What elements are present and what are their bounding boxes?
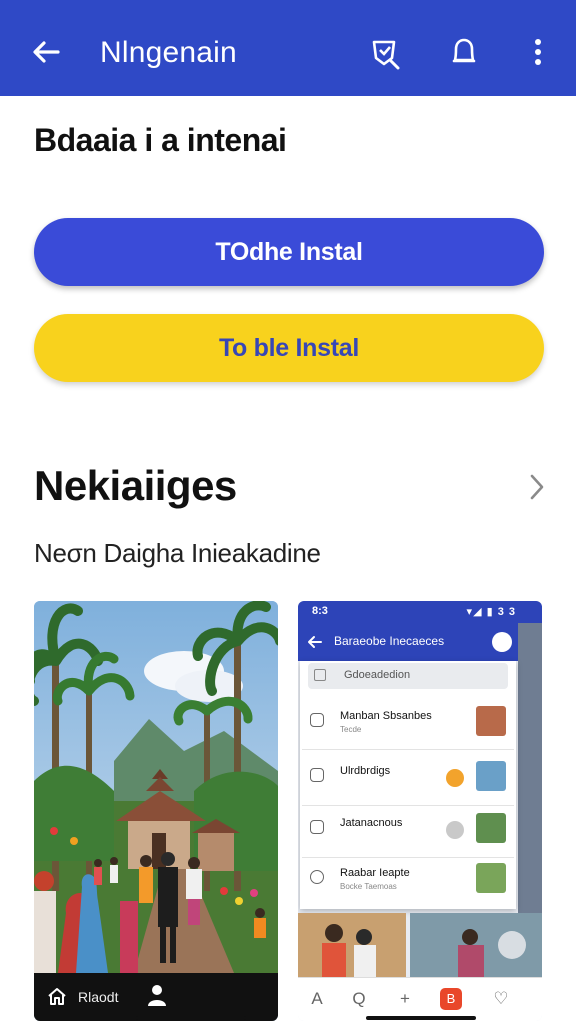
- item-icon: [310, 768, 324, 782]
- item-title: Manban Sbsanbes: [340, 710, 432, 722]
- home-indicator: [366, 1016, 476, 1020]
- item-thumbnail: [476, 863, 506, 893]
- divider: [302, 857, 514, 858]
- item-thumbnail: [476, 813, 506, 843]
- tab-add[interactable]: +: [394, 988, 416, 1010]
- page-heading: Bdaaia i a intenai: [34, 122, 287, 158]
- item-subtitle: Tecde: [340, 725, 362, 734]
- avatar[interactable]: [492, 632, 512, 652]
- home-icon[interactable]: [46, 985, 68, 1007]
- install-secondary-button[interactable]: To ble Instal: [34, 314, 544, 382]
- village-scene-image: [34, 601, 278, 973]
- search-icon: [314, 669, 326, 681]
- item-title: Raabar Ieapte: [340, 867, 410, 879]
- item-icon: [310, 820, 324, 834]
- list-item[interactable]: Manban Sbsanbes Tecde: [310, 706, 510, 736]
- item-icon: [310, 870, 324, 884]
- item-thumbnail: [476, 761, 506, 791]
- chevron-right-icon[interactable]: [522, 470, 552, 504]
- section-title: Nekiaiiges: [34, 462, 237, 509]
- status-time: 8:3: [312, 605, 328, 617]
- inner-app-bar: Baraeobe Inecaeces: [298, 623, 518, 661]
- inner-tab-bar: A Q + B ♡: [298, 977, 542, 1021]
- inner-bar-title: Baraeobe Inecaeces: [334, 634, 445, 648]
- item-thumbnail: [476, 706, 506, 736]
- app-screen: Nlngenain Bdaaia i a intenai TOdhe Insta…: [0, 0, 576, 1024]
- app-title: Nlngenain: [100, 36, 237, 69]
- shield-edit-icon[interactable]: [368, 34, 404, 70]
- tab-favorites[interactable]: ♡: [490, 988, 512, 1010]
- screenshot-app-list[interactable]: 8:3 ▾◢ ▮ 3 3 Baraeobe Inecaeces Gdoeaded…: [298, 601, 542, 1021]
- search-input[interactable]: Gdoeadedion: [308, 663, 508, 689]
- home-indicator: [136, 1016, 246, 1020]
- side-photo-strip: [518, 623, 542, 913]
- nav-label: Rlaodt: [78, 989, 119, 1005]
- search-placeholder: Gdoeadedion: [344, 669, 411, 681]
- badge-icon: [446, 821, 464, 839]
- tab-books[interactable]: B: [440, 988, 462, 1010]
- item-title: Ulrdbrdigs: [340, 765, 391, 777]
- emoji-icon: [446, 769, 464, 787]
- item-subtitle: Bocke Taemoas: [340, 882, 397, 891]
- person-icon[interactable]: [146, 983, 168, 1007]
- item-title: Jatanacnous: [340, 817, 403, 829]
- list-item[interactable]: Raabar Ieapte Bocke Taemoas: [310, 863, 510, 893]
- screenshot-village-photo[interactable]: Rlaodt: [34, 601, 278, 1021]
- list-item[interactable]: Jatanacnous: [310, 813, 510, 843]
- divider: [302, 805, 514, 806]
- tab-search[interactable]: Q: [348, 988, 370, 1010]
- more-vert-icon[interactable]: [520, 34, 556, 70]
- status-icons: ▾◢ ▮ 3 3: [466, 606, 516, 618]
- list-item[interactable]: Ulrdbrdigs: [310, 761, 510, 791]
- tab-apps[interactable]: A: [306, 988, 328, 1010]
- arrow-left-icon[interactable]: [306, 633, 324, 651]
- bottom-nav: Rlaodt: [34, 973, 278, 1021]
- item-icon: [310, 713, 324, 727]
- arrow-left-icon[interactable]: [28, 34, 64, 70]
- photo-strip: [298, 913, 542, 977]
- status-bar: 8:3 ▾◢ ▮ 3 3: [298, 601, 542, 623]
- bell-icon[interactable]: [446, 34, 482, 70]
- app-bar: Nlngenain: [0, 0, 576, 96]
- divider: [302, 749, 514, 750]
- install-primary-button[interactable]: TOdhe Instal: [34, 218, 544, 286]
- section-subtitle: Neσn Daigha Inieakadine: [34, 538, 321, 568]
